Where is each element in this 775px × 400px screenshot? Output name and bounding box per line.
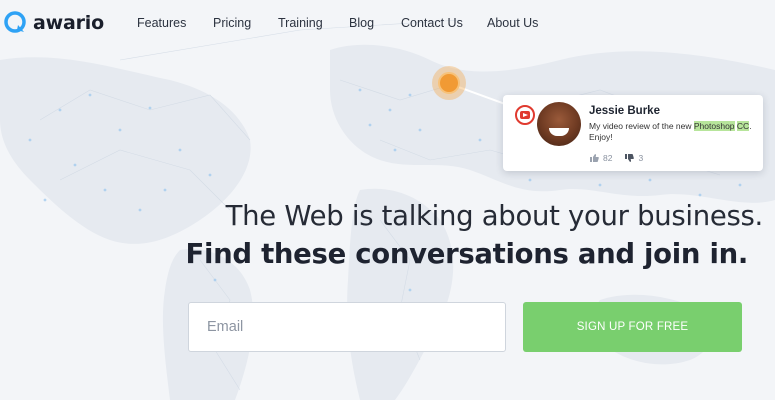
awario-logo[interactable]: awario	[4, 10, 104, 36]
nav-features[interactable]: Features	[137, 16, 186, 30]
nav-blog[interactable]: Blog	[349, 16, 374, 30]
nav-pricing[interactable]: Pricing	[213, 16, 251, 30]
location-pin-dot	[438, 72, 460, 94]
thumbs-down-icon	[625, 154, 635, 162]
hero-subheadline: Find these conversations and join in.	[185, 238, 749, 270]
keyword-highlight-cc: CC	[736, 121, 750, 131]
mention-text: My video review of the new Photoshop CC.…	[589, 121, 757, 143]
mention-text-part: My video review of the new	[589, 121, 694, 131]
youtube-icon	[515, 105, 535, 125]
awario-logo-icon	[4, 11, 26, 33]
mention-stats: 82 3	[589, 153, 643, 163]
email-input[interactable]	[188, 302, 506, 352]
brand-name: awario	[33, 12, 104, 34]
mention-card: Jessie Burke My video review of the new …	[503, 95, 763, 171]
mention-author: Jessie Burke	[589, 105, 660, 117]
dislikes-count: 3	[638, 153, 644, 163]
likes-count: 82	[603, 153, 613, 163]
avatar	[537, 102, 581, 146]
avatar-smile	[549, 128, 569, 136]
top-nav: awario Features Pricing Training Blog Co…	[0, 0, 775, 46]
nav-training[interactable]: Training	[278, 16, 323, 30]
thumbs-up-icon	[590, 154, 599, 162]
hero-headline: The Web is talking about your business.	[225, 200, 764, 232]
location-pin	[432, 66, 466, 100]
sign-up-button[interactable]: SIGN UP FOR FREE	[523, 302, 742, 352]
keyword-highlight-photoshop: Photoshop	[693, 121, 735, 131]
nav-contact-us[interactable]: Contact Us	[401, 16, 463, 30]
nav-about-us[interactable]: About Us	[487, 16, 538, 30]
